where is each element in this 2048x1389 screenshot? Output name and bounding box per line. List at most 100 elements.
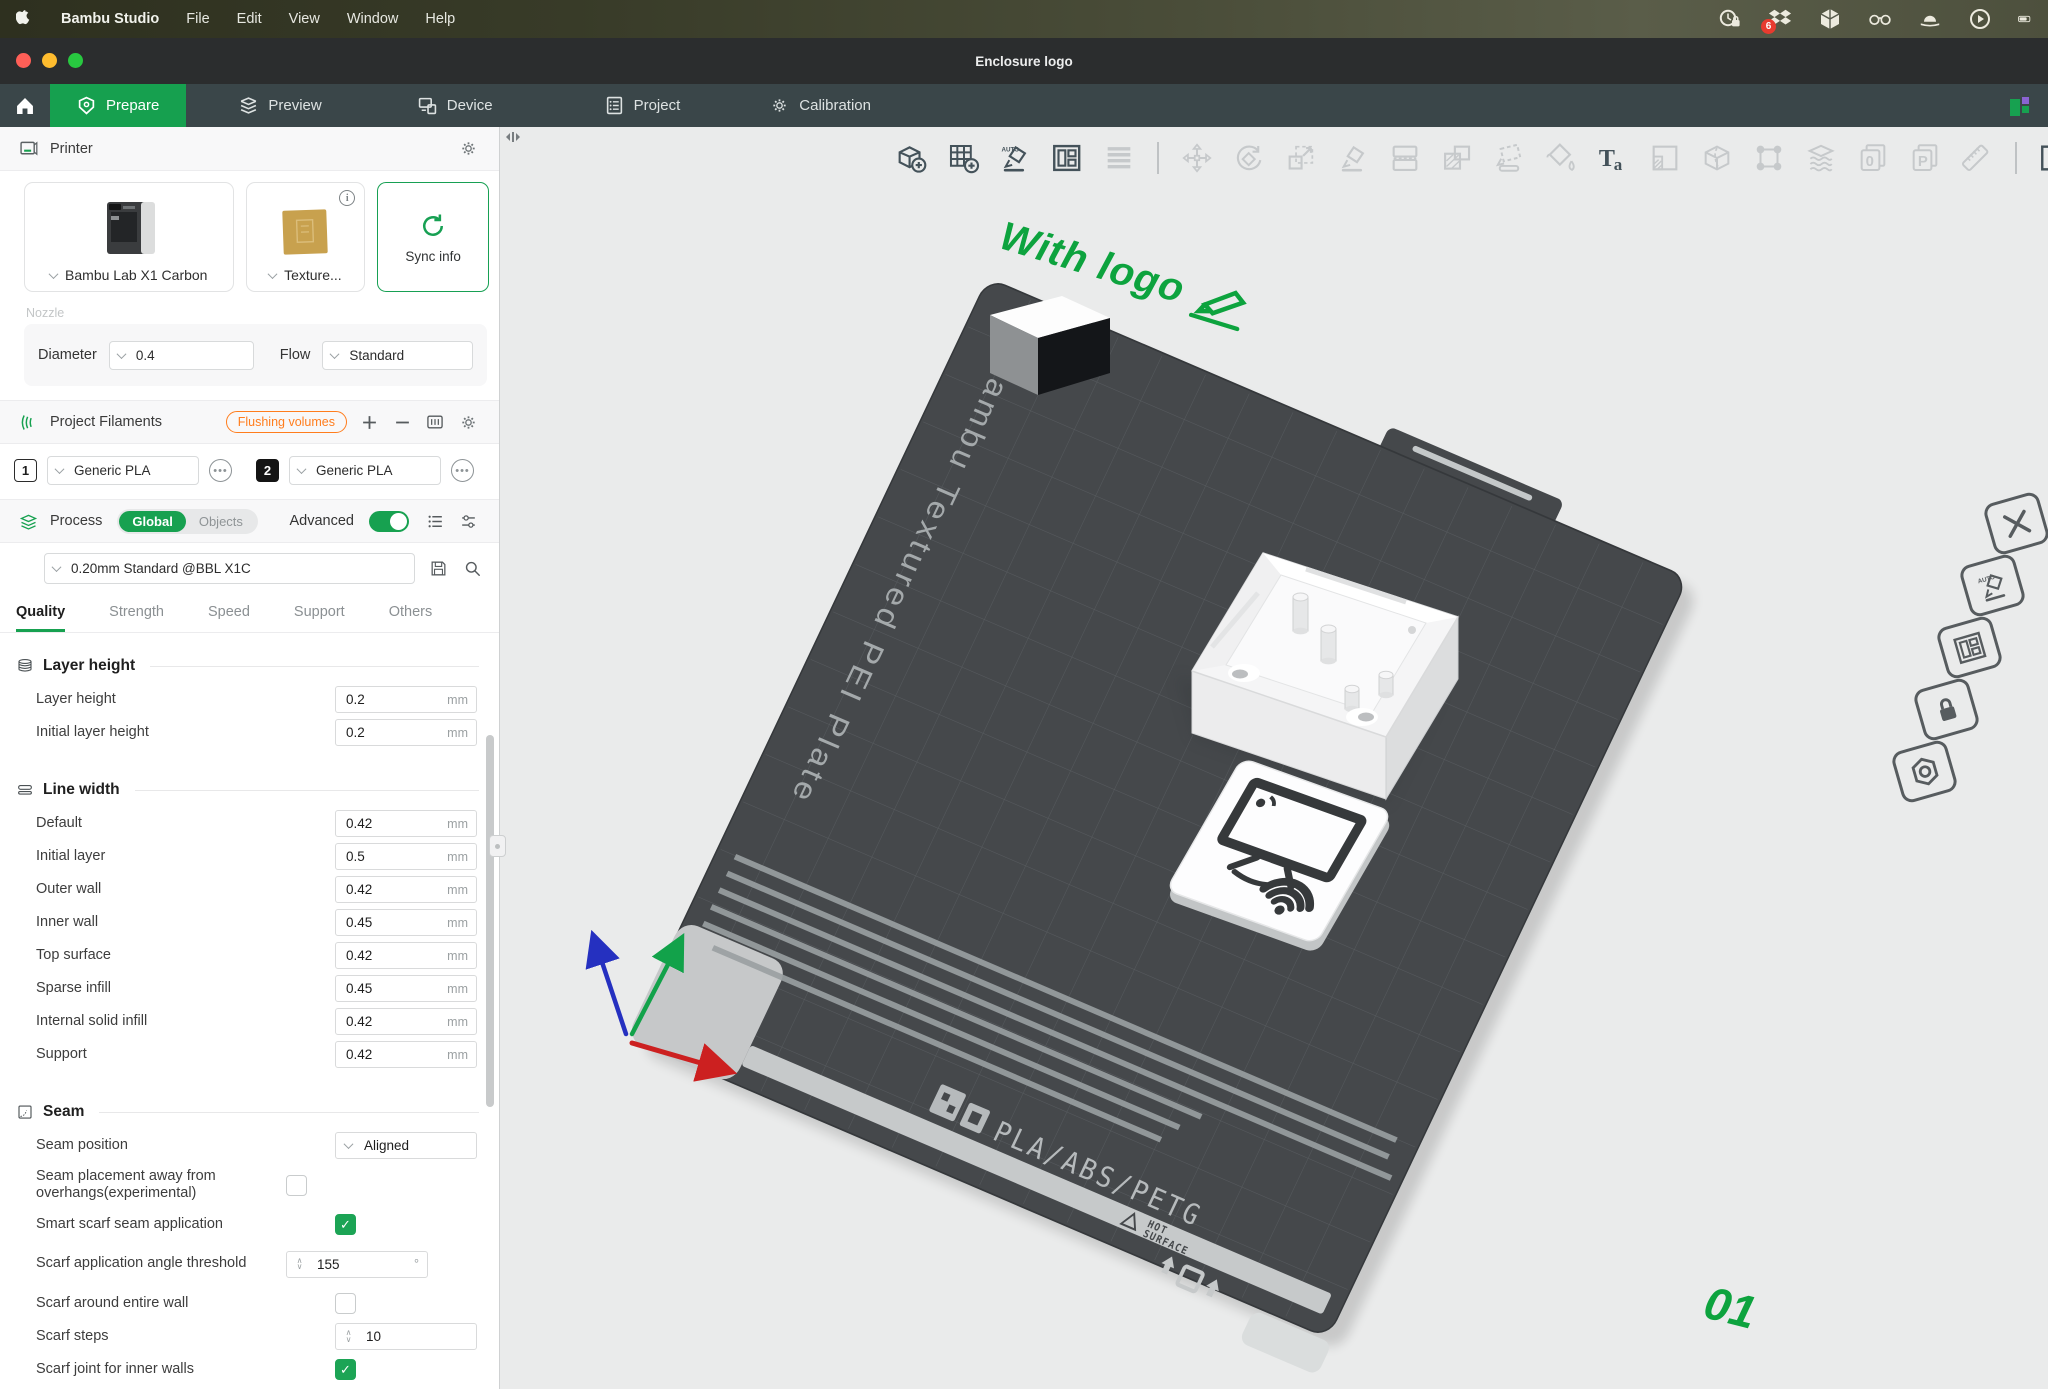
- tab-quality[interactable]: Quality: [16, 594, 65, 632]
- filament-2-index[interactable]: 2: [256, 459, 279, 482]
- variable-layer-height-icon[interactable]: [1647, 140, 1683, 176]
- play-circle-icon[interactable]: [1968, 7, 1992, 31]
- process-preset-select[interactable]: 0.20mm Standard @BBL X1C: [44, 553, 415, 584]
- build-plate[interactable]: Bambu Textured PEI Plate PLA/ABS/PE: [610, 258, 1703, 1376]
- seam-paint-icon[interactable]: [1751, 140, 1787, 176]
- tab-device[interactable]: Device: [391, 84, 520, 127]
- home-button[interactable]: [0, 84, 50, 127]
- flow-select[interactable]: Standard: [322, 341, 473, 370]
- assembly-view-icon[interactable]: [2037, 140, 2048, 176]
- scarf-joint-checkbox[interactable]: ✓: [335, 1359, 356, 1380]
- close-window-button[interactable]: [16, 53, 31, 68]
- panel-scrollbar[interactable]: [486, 735, 494, 1107]
- sparse-infill-line-width-input[interactable]: 0.45mm: [335, 975, 477, 1002]
- scarf-steps-input[interactable]: ∧∨10: [335, 1323, 477, 1350]
- split-to-objects-icon[interactable]: [1387, 140, 1423, 176]
- apple-logo-icon[interactable]: [16, 8, 34, 31]
- tab-others[interactable]: Others: [389, 594, 433, 632]
- menu-edit[interactable]: Edit: [237, 11, 262, 27]
- app-menu-title[interactable]: Bambu Studio: [61, 11, 159, 27]
- cube-icon[interactable]: [1818, 7, 1842, 31]
- seam-position-select[interactable]: Aligned: [335, 1132, 477, 1159]
- dropbox-icon[interactable]: 6: [1768, 7, 1792, 31]
- detail-list-icon[interactable]: [424, 510, 446, 532]
- glasses-icon[interactable]: [1868, 7, 1892, 31]
- auto-orient-icon[interactable]: [997, 140, 1033, 176]
- screen-time-icon[interactable]: [1718, 7, 1742, 31]
- scarf-angle-input[interactable]: ∧∨155°: [286, 1251, 428, 1278]
- filament-1-index[interactable]: 1: [14, 459, 37, 482]
- tab-speed[interactable]: Speed: [208, 594, 250, 632]
- seam-overhang-checkbox[interactable]: [286, 1175, 307, 1196]
- initial-layer-height-input[interactable]: 0.2mm: [335, 719, 477, 746]
- default-line-width-input[interactable]: 0.42mm: [335, 810, 477, 837]
- support-line-width-input[interactable]: 0.42mm: [335, 1041, 477, 1068]
- tab-calibration[interactable]: Calibration: [743, 84, 898, 127]
- ams-sync-icon[interactable]: [424, 411, 446, 433]
- top-surface-line-width-input[interactable]: 0.42mm: [335, 942, 477, 969]
- color-paint-icon[interactable]: [1543, 140, 1579, 176]
- filament-2-more-icon[interactable]: •••: [451, 459, 474, 482]
- tab-project[interactable]: Project: [578, 84, 708, 127]
- mesh-edit-icon[interactable]: [1491, 140, 1527, 176]
- menu-window[interactable]: Window: [347, 11, 399, 27]
- filament-2-select[interactable]: Generic PLA: [289, 456, 441, 485]
- arrange-icon[interactable]: [1049, 140, 1085, 176]
- filament-1-more-icon[interactable]: •••: [209, 459, 232, 482]
- outer-wall-line-width-input[interactable]: 0.42mm: [335, 876, 477, 903]
- add-plate-icon[interactable]: [945, 140, 981, 176]
- scope-objects[interactable]: Objects: [186, 511, 256, 532]
- compare-preset-icon[interactable]: [457, 510, 479, 532]
- layer-height-input[interactable]: 0.2mm: [335, 686, 477, 713]
- spinner-arrows-icon[interactable]: ∧∨: [336, 1330, 356, 1343]
- printer-card[interactable]: Bambu Lab X1 Carbon: [24, 182, 234, 292]
- support-paint-icon[interactable]: [1803, 140, 1839, 176]
- lay-on-face-icon[interactable]: [1335, 140, 1371, 176]
- info-icon[interactable]: i: [339, 190, 355, 206]
- text-tool-icon[interactable]: [1595, 140, 1631, 176]
- advanced-toggle[interactable]: [369, 511, 409, 532]
- tab-prepare[interactable]: Prepare: [50, 84, 186, 127]
- filament-settings-gear-icon[interactable]: [457, 411, 479, 433]
- layers-list-icon[interactable]: [1101, 140, 1137, 176]
- internal-solid-infill-line-width-input[interactable]: 0.42mm: [335, 1008, 477, 1035]
- scale-icon[interactable]: [1283, 140, 1319, 176]
- add-filament-button[interactable]: [358, 411, 380, 433]
- tab-support[interactable]: Support: [294, 594, 345, 632]
- move-icon[interactable]: [1179, 140, 1215, 176]
- smart-scarf-checkbox[interactable]: ✓: [335, 1214, 356, 1235]
- measure-icon[interactable]: [1959, 140, 1995, 176]
- diameter-select[interactable]: 0.4: [109, 341, 254, 370]
- viewport-3d-scene[interactable]: Bambu Textured PEI Plate PLA/ABS/PE: [500, 127, 2048, 1389]
- tab-preview[interactable]: Preview: [212, 84, 348, 127]
- save-preset-icon[interactable]: [427, 558, 449, 580]
- printer-settings-gear-icon[interactable]: [457, 138, 479, 160]
- inner-wall-line-width-input[interactable]: 0.45mm: [335, 909, 477, 936]
- menu-view[interactable]: View: [289, 11, 320, 27]
- flushing-volumes-button[interactable]: Flushing volumes: [226, 411, 347, 433]
- remove-filament-button[interactable]: [391, 411, 413, 433]
- document-p-icon[interactable]: [1907, 140, 1943, 176]
- filament-1-select[interactable]: Generic PLA: [47, 456, 199, 485]
- scarf-entire-wall-checkbox[interactable]: [335, 1293, 356, 1314]
- setting-row: Seam placement away from overhangs(exper…: [0, 1162, 499, 1208]
- plate-type-card[interactable]: i Texture...: [246, 182, 366, 292]
- cut-icon[interactable]: [1699, 140, 1735, 176]
- document-zero-icon[interactable]: [1855, 140, 1891, 176]
- split-to-parts-icon[interactable]: [1439, 140, 1475, 176]
- initial-layer-line-width-input[interactable]: 0.5mm: [335, 843, 477, 870]
- scope-global[interactable]: Global: [119, 511, 185, 532]
- spinner-arrows-icon[interactable]: ∧∨: [287, 1258, 307, 1271]
- tab-strength[interactable]: Strength: [109, 594, 164, 632]
- menu-help[interactable]: Help: [425, 11, 455, 27]
- minimize-window-button[interactable]: [42, 53, 57, 68]
- add-model-icon[interactable]: [893, 140, 929, 176]
- rotate-icon[interactable]: [1231, 140, 1267, 176]
- search-icon[interactable]: [461, 558, 483, 580]
- zoom-window-button[interactable]: [68, 53, 83, 68]
- plate-layout-icon[interactable]: [2006, 84, 2048, 127]
- sync-info-button[interactable]: Sync info: [377, 182, 489, 292]
- scope-toggle[interactable]: Global Objects: [117, 509, 258, 534]
- menu-file[interactable]: File: [186, 11, 209, 27]
- privacy-hat-icon[interactable]: [1918, 7, 1942, 31]
